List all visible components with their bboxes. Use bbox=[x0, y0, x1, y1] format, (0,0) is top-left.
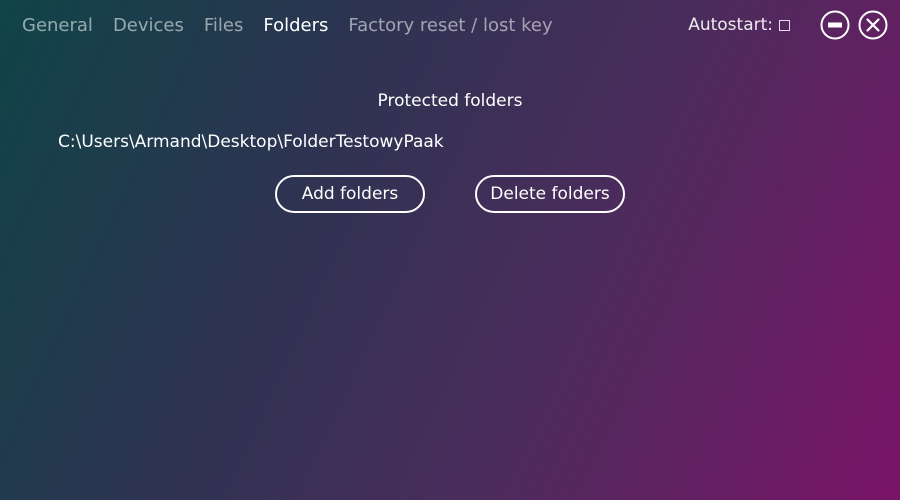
close-button[interactable] bbox=[858, 10, 888, 40]
autostart-label: Autostart: bbox=[688, 15, 773, 35]
tab-factory-reset[interactable]: Factory reset / lost key bbox=[348, 12, 552, 40]
add-folders-button[interactable]: Add folders bbox=[275, 175, 425, 213]
top-nav: General Devices Files Folders Factory re… bbox=[22, 12, 573, 40]
list-item[interactable]: C:\Users\Armand\Desktop\FolderTestowyPaa… bbox=[58, 132, 444, 152]
delete-folders-button[interactable]: Delete folders bbox=[475, 175, 625, 213]
tab-devices[interactable]: Devices bbox=[113, 12, 184, 40]
tab-files[interactable]: Files bbox=[204, 12, 244, 40]
autostart-checkbox[interactable] bbox=[779, 19, 790, 31]
tab-general[interactable]: General bbox=[22, 12, 93, 40]
protected-folders-title: Protected folders bbox=[377, 91, 523, 111]
app-window: General Devices Files Folders Factory re… bbox=[0, 0, 900, 500]
tab-folders[interactable]: Folders bbox=[263, 12, 328, 40]
window-controls: Autostart: bbox=[688, 10, 888, 40]
close-circle-icon bbox=[858, 10, 888, 40]
minimize-button[interactable] bbox=[820, 10, 850, 40]
minimize-circle-icon bbox=[820, 10, 850, 40]
